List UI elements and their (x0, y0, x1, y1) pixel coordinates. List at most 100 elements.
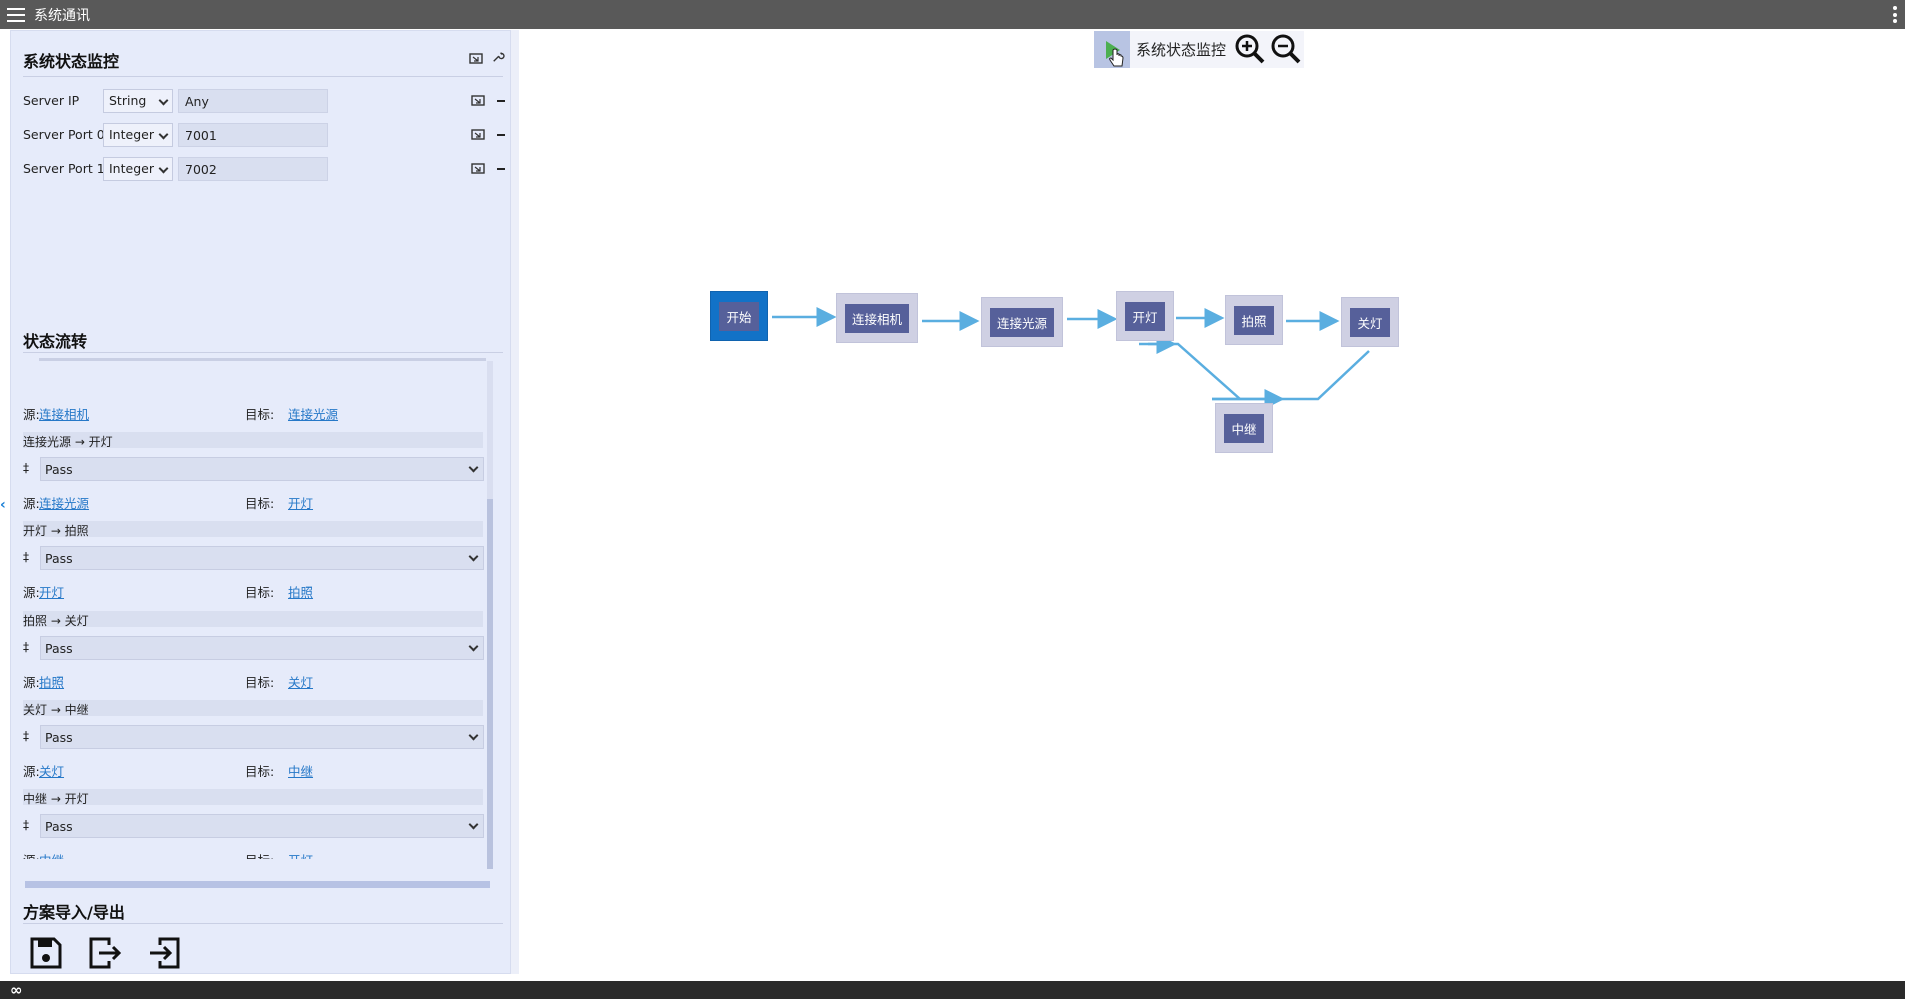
target-label: 目标: (245, 407, 275, 422)
source-label: 源: (23, 764, 40, 779)
condition-tick: ‡ (23, 640, 29, 654)
panel-splitter[interactable] (511, 30, 519, 974)
target-label: 目标: (245, 850, 274, 859)
infinity-icon: ∞ (10, 981, 23, 999)
hamburger-menu-icon[interactable] (7, 7, 25, 22)
param-label: Server Port 0 (23, 127, 105, 142)
chevron-down-icon (468, 730, 479, 741)
source-link[interactable]: 连接光源 (39, 496, 89, 511)
remove-param-button[interactable] (497, 100, 505, 102)
param-type-select[interactable]: Integer (103, 157, 173, 181)
param-value-input[interactable]: Any (178, 89, 328, 113)
add-param-icon[interactable] (469, 52, 483, 64)
flow-node-connect-light[interactable]: 连接光源 (981, 297, 1063, 347)
condition-select[interactable]: Pass (40, 457, 484, 481)
condition-select[interactable]: Pass (40, 636, 484, 660)
edit-param-icon[interactable] (471, 128, 485, 140)
flow-node-relay[interactable]: 中继 (1215, 403, 1273, 453)
chevron-down-icon (468, 551, 479, 562)
transition-header: 开灯 → 拍照 (23, 521, 483, 538)
source-link[interactable]: 开灯 (39, 585, 64, 600)
param-label: Server IP (23, 93, 80, 108)
param-type-select[interactable]: Integer (103, 123, 173, 147)
vertical-scrollbar-thumb[interactable] (487, 499, 493, 869)
condition-row: ‡ Pass (23, 814, 493, 838)
param-type-select[interactable]: String (103, 89, 173, 113)
target-link[interactable]: 关灯 (288, 675, 313, 690)
transition-links: 源: 中继 目标: 开灯 (23, 849, 493, 859)
target-link[interactable]: 开灯 (288, 853, 313, 859)
source-label: 源: (23, 675, 40, 690)
horizontal-scrollbar[interactable] (25, 881, 490, 888)
wrench-icon[interactable] (491, 51, 505, 63)
source-link[interactable]: 连接相机 (39, 407, 89, 422)
condition-row: ‡ Pass (23, 457, 493, 481)
condition-select[interactable]: Pass (40, 725, 484, 749)
collapse-panel-icon[interactable]: ‹ (0, 497, 6, 513)
divider (23, 923, 503, 924)
chevron-down-icon (468, 641, 479, 652)
transitions-list[interactable]: 源: 连接相机 目标: 连接光源 连接光源 → 开灯 ‡ Pass 源: 连接光… (23, 359, 498, 859)
transition-header: 中继 → 开灯 (23, 789, 483, 806)
flow-node-light-off[interactable]: 关灯 (1341, 297, 1399, 347)
panel-title: 系统状态监控 (23, 52, 120, 71)
param-row: Server Port 1 Integer 7002 (23, 157, 505, 181)
flow-node-start[interactable]: 开始 (710, 291, 768, 341)
transition-links: 源: 开灯 目标: 拍照 (23, 581, 493, 600)
condition-row: ‡ Pass (23, 636, 493, 660)
param-value-input[interactable]: 7002 (178, 157, 328, 181)
param-row: Server IP String Any (23, 89, 505, 113)
condition-select[interactable]: Pass (40, 546, 484, 570)
remove-param-button[interactable] (497, 168, 505, 170)
param-row: Server Port 0 Integer 7001 (23, 123, 505, 147)
edge (1212, 350, 1370, 401)
transition-links: 源: 关灯 目标: 中继 (23, 760, 493, 779)
transition-links: 源: 连接相机 目标: 连接光源 (23, 403, 493, 422)
chevron-down-icon (468, 462, 479, 473)
flow-node-light-on[interactable]: 开灯 (1116, 291, 1174, 341)
target-label: 目标: (245, 496, 275, 511)
import-icon[interactable] (146, 935, 182, 971)
param-value-input[interactable]: 7001 (178, 123, 328, 147)
export-icon[interactable] (87, 935, 123, 971)
condition-tick: ‡ (23, 818, 29, 832)
condition-tick: ‡ (23, 461, 29, 475)
flow-node-capture[interactable]: 拍照 (1225, 295, 1283, 345)
transitions-title: 状态流转 (23, 332, 88, 351)
transition-links: 源: 连接光源 目标: 开灯 (23, 492, 493, 511)
save-icon[interactable] (28, 935, 64, 971)
export-title: 方案导入/导出 (23, 903, 125, 922)
target-label: 目标: (245, 585, 275, 600)
app-title: 系统通讯 (34, 7, 90, 24)
source-link[interactable]: 拍照 (39, 675, 64, 690)
condition-tick: ‡ (23, 729, 29, 743)
title-bar: 系统通讯 (0, 0, 1905, 29)
divider (23, 76, 503, 77)
target-label: 目标: (245, 764, 275, 779)
transition-header: 连接光源 → 开灯 (23, 432, 483, 449)
remove-param-button[interactable] (497, 134, 505, 136)
source-label: 源: (23, 850, 40, 859)
transition-links: 源: 拍照 目标: 关灯 (23, 671, 493, 690)
edge (1139, 342, 1241, 400)
target-link[interactable]: 连接光源 (288, 407, 338, 422)
flow-node-connect-camera[interactable]: 连接相机 (836, 293, 918, 343)
node-label: 开始 (719, 301, 759, 331)
edit-param-icon[interactable] (471, 94, 485, 106)
target-link[interactable]: 开灯 (288, 496, 313, 511)
more-options-icon[interactable] (1893, 6, 1897, 23)
edit-param-icon[interactable] (471, 162, 485, 174)
chevron-down-icon (158, 163, 169, 174)
condition-tick: ‡ (23, 550, 29, 564)
source-link[interactable]: 关灯 (39, 764, 64, 779)
source-link[interactable]: 中继 (39, 853, 64, 859)
condition-select[interactable]: Pass (40, 814, 484, 838)
target-link[interactable]: 中继 (288, 764, 313, 779)
source-label: 源: (23, 496, 40, 511)
chevron-down-icon (468, 819, 479, 830)
transition-header: 关灯 → 中继 (23, 700, 483, 717)
flow-canvas[interactable]: 开始 连接相机 连接光源 开灯 拍照 关灯 中继 (519, 29, 1905, 981)
param-label: Server Port 1 (23, 161, 105, 176)
node-label: 开灯 (1125, 301, 1165, 331)
target-link[interactable]: 拍照 (288, 585, 313, 600)
